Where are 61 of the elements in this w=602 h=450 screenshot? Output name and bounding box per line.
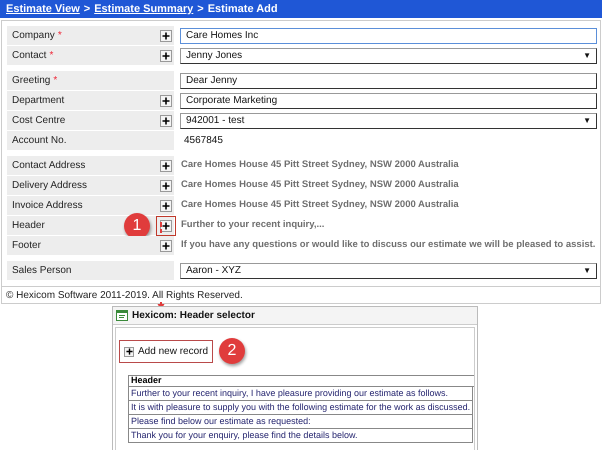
plus-icon [162,162,170,170]
add-button[interactable] [160,94,172,106]
field-label: Footer [12,239,41,253]
field-label: Contact Address [12,159,86,173]
field-label: Header [12,219,45,233]
text-field[interactable]: Dear Jenny [180,72,597,88]
dropdown[interactable]: 942001 - test ▼ [180,112,597,128]
field-value: If you have any questions or would like to discuss our estimate we will be pleased to assist. [180,238,596,252]
copyright-text: © Hexicom Software 2011-2019. All Rights Reserved. [6,288,243,302]
field-label: Account No. [12,134,66,148]
breadcrumb-separator: > [197,2,204,17]
table-row[interactable]: Thank you for your enquiry, please find the details below. [128,429,473,443]
plus-icon [162,242,170,250]
field-label: Delivery Address [12,179,88,193]
text-field[interactable]: Corporate Marketing [180,92,597,108]
add-button[interactable] [160,114,172,126]
field-value: 4567845 [183,134,224,148]
dropdown-arrow-icon: ▼ [583,50,591,62]
breadcrumb-separator: > [84,2,90,17]
add-button[interactable] [160,160,172,172]
add-button[interactable] [160,50,172,62]
dropdown-arrow-icon: ▼ [583,264,591,276]
field-value: Care Homes House 45 Pitt Street Sydney, NSW 2000 Australia [180,198,460,212]
add-record-button[interactable]: Add new record [119,340,214,363]
breadcrumb-link[interactable]: Estimate View [6,0,80,18]
table-row[interactable]: Further to your recent inquiry, I have pleasure providing our estimate as follows. [128,387,473,401]
text-field[interactable]: Care Homes Inc [180,28,597,44]
table-row[interactable]: It is with pleasure to supply you with the following estimate for the work as discussed. [128,401,473,415]
field-value: Further to your recent inquiry,... [180,218,326,232]
field-value: Care Homes House 45 Pitt Street Sydney, NSW 2000 Australia [180,178,460,192]
dropdown-arrow-icon: ▼ [583,114,591,126]
add-button[interactable] [160,30,172,42]
field-label: Contact * [12,49,54,63]
plus-icon [126,348,132,355]
plus-icon [162,202,170,210]
field-label: Cost Centre [12,114,66,128]
field-label: Invoice Address [12,199,83,213]
table-row[interactable]: Please find below our estimate as requested: [128,415,473,429]
field-label: Greeting * [12,74,58,88]
field-value: Care Homes House 45 Pitt Street Sydney, NSW 2000 Australia [180,158,460,172]
plus-icon [162,222,170,230]
plus-icon [162,116,170,124]
add-button[interactable] [160,200,172,212]
field-label: Sales Person [12,264,72,278]
dropdown[interactable]: Aaron - XYZ ▼ [180,262,597,278]
breadcrumb-current: Estimate Add [208,2,278,17]
plus-icon [162,52,170,60]
plus-icon [162,182,170,190]
add-button[interactable] [160,180,172,192]
window-icon [116,310,128,321]
window-title: Hexicom: Header selector [132,309,255,323]
plus-icon [162,96,170,104]
field-label: Company * [12,29,62,43]
dropdown[interactable]: Jenny Jones ▼ [180,48,597,64]
column-header: Header [128,375,474,387]
plus-icon [162,32,170,40]
connector-line [160,222,162,233]
breadcrumb-link[interactable]: Estimate Summary [94,0,194,18]
add-button[interactable] [160,240,172,252]
field-label: Department [12,94,64,108]
callout-badge: 2 [219,338,245,364]
